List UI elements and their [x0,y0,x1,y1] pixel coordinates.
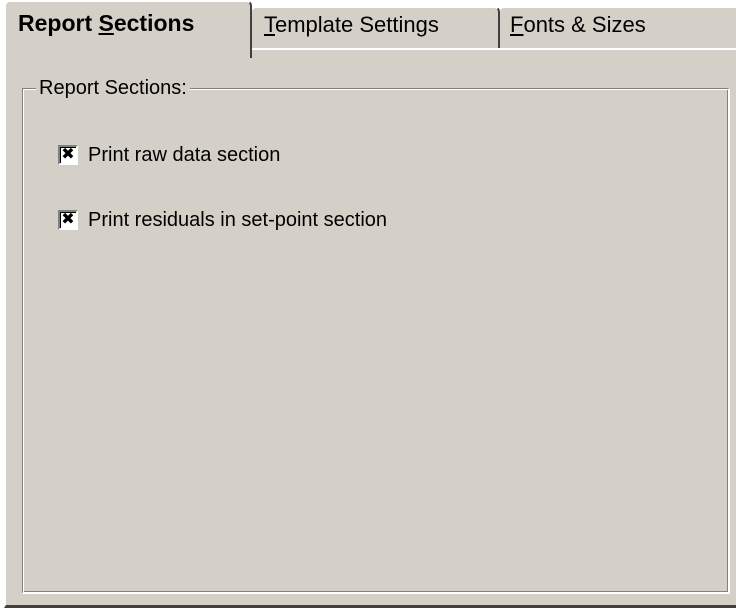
print-raw-data-option[interactable]: ✖ Print raw data section [58,141,280,169]
tab-template-settings[interactable]: Template Settings [250,6,500,50]
print-raw-data-checkbox[interactable]: ✖ [58,145,78,165]
report-options-dialog: Report Sections Template Settings Fonts … [0,0,736,608]
tab-report-sections[interactable]: Report Sections [4,0,252,58]
tab-label-accel: S [98,10,114,36]
print-residuals-label[interactable]: Print residuals in set-point section [88,209,387,232]
tab-label-post: emplate Settings [275,12,439,37]
print-residuals-option[interactable]: ✖ Print residuals in set-point section [58,206,387,234]
tab-label-accel: F [510,12,524,37]
groupbox-label: Report Sections: [36,76,190,100]
print-raw-data-label[interactable]: Print raw data section [88,144,280,167]
print-residuals-checkbox[interactable]: ✖ [58,210,78,230]
tab-label-pre: Report [18,10,99,36]
tab-fonts-sizes[interactable]: Fonts & Sizes [498,6,736,50]
tab-label-post: onts & Sizes [523,12,646,37]
tab-label-accel: T [264,12,275,37]
tab-label-post: ections [113,10,195,36]
